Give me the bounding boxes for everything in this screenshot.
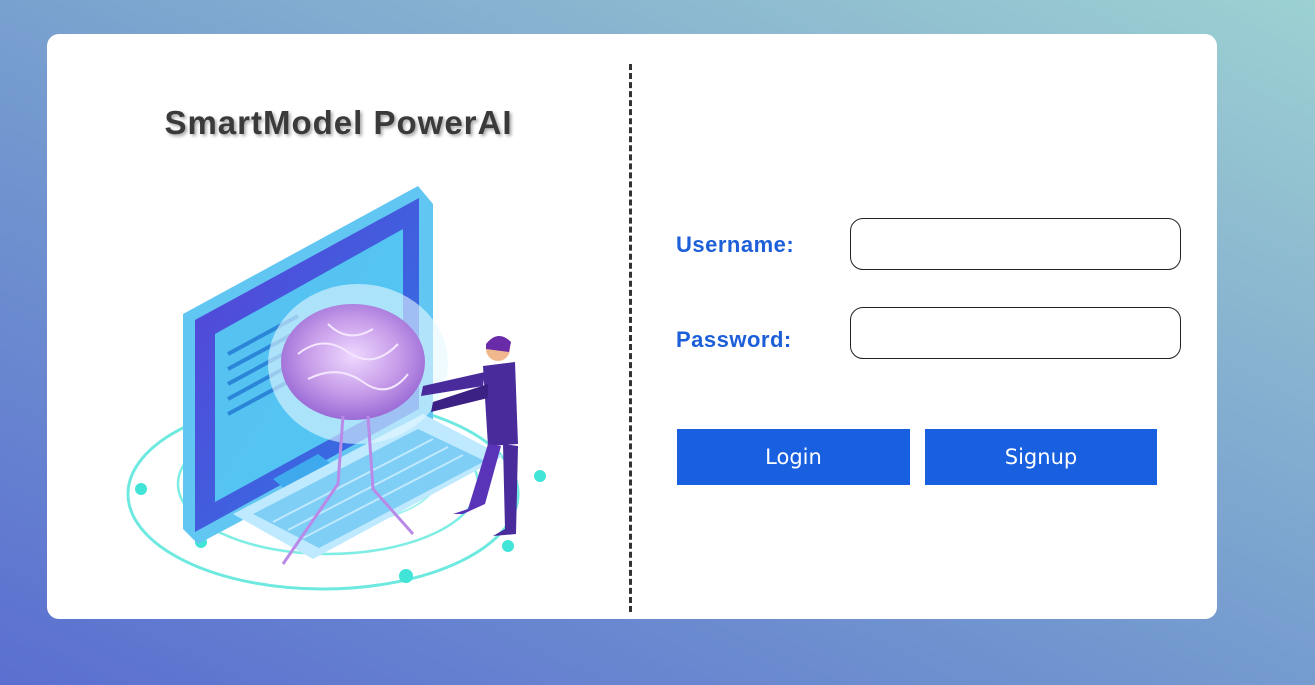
- username-input[interactable]: [850, 218, 1181, 270]
- username-label: Username:: [676, 232, 795, 257]
- ai-brain-computer-illustration: [126, 186, 546, 591]
- login-card: SmartModel PowerAI Username: Password: L…: [47, 34, 1217, 619]
- brand-title: SmartModel PowerAI: [164, 104, 513, 141]
- login-button[interactable]: Login: [677, 429, 910, 485]
- password-input[interactable]: [850, 307, 1181, 359]
- password-label: Password:: [676, 327, 792, 352]
- signup-button[interactable]: Signup: [925, 429, 1157, 485]
- vertical-divider: [629, 64, 632, 612]
